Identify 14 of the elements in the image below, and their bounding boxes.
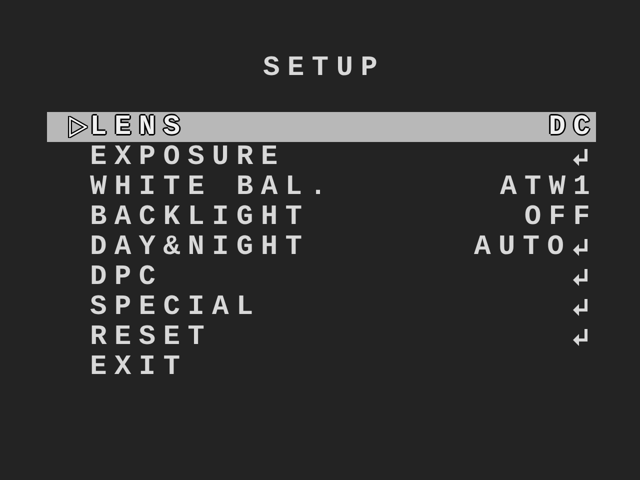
cursor-icon: [68, 116, 88, 138]
menu-label[interactable]: BACKLIGHT: [90, 202, 310, 232]
menu-value: OFF: [524, 202, 598, 232]
menu-value: ATW1: [500, 172, 598, 202]
menu-label[interactable]: DAY&NIGHT: [90, 232, 310, 262]
menu-label[interactable]: EXIT: [90, 352, 188, 382]
menu-label[interactable]: EXPOSURE: [90, 142, 286, 172]
menu-label[interactable]: DPC: [90, 262, 164, 292]
menu-value: DC: [548, 112, 598, 142]
menu-label[interactable]: RESET: [90, 322, 212, 352]
menu-label[interactable]: SPECIAL: [90, 292, 261, 322]
menu-value: AUTO: [474, 232, 572, 262]
menu-label[interactable]: WHITE BAL.: [90, 172, 334, 202]
menu-title: SETUP: [262, 52, 386, 86]
